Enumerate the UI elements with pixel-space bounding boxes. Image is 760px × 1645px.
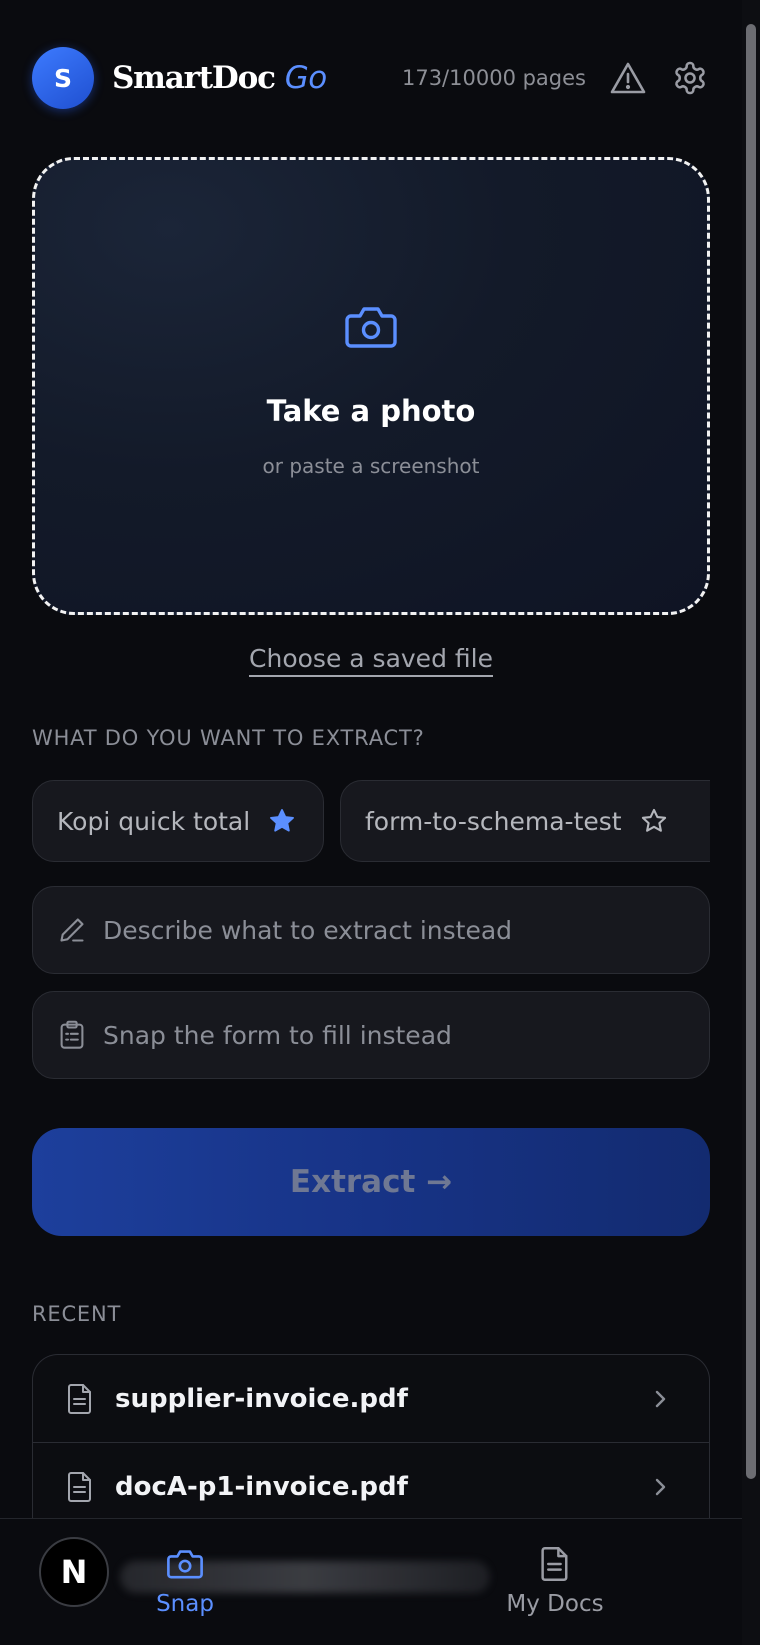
snap-form-placeholder: Snap the form to fill instead [103,1020,452,1050]
dropzone-subtitle: or paste a screenshot [262,454,480,478]
brand-name: SmartDoc [112,60,276,96]
page-usage-counter: 173/10000 pages [401,66,586,90]
chip-form-to-schema-test[interactable]: form-to-schema-test [340,780,710,862]
extract-section-label: WHAT DO YOU WANT TO EXTRACT? [32,726,425,750]
chip-label: Kopi quick total [57,806,251,836]
camera-icon [166,1545,204,1583]
describe-extract-field[interactable]: Describe what to extract instead [32,886,710,974]
chevron-right-icon [651,1387,669,1411]
camera-icon [345,304,397,350]
chip-label: form-to-schema-test [365,806,622,836]
extract-button[interactable]: Extract → [32,1128,710,1236]
tab-my-docs-label: My Docs [506,1591,604,1617]
star-outline-icon[interactable] [640,807,668,835]
recent-item-name: docA-p1-invoice.pdf [115,1471,408,1502]
document-icon [536,1545,574,1583]
dropzone-title: Take a photo [266,394,476,428]
choose-saved-file-link[interactable]: Choose a saved file [249,644,493,677]
framework-badge[interactable]: N [39,1537,109,1607]
clipboard-icon [57,1020,87,1050]
document-icon [67,1383,93,1415]
app-root: S SmartDoc Go 173/10000 pages Take a pho… [0,0,742,1645]
tab-snap[interactable]: Snap [150,1545,220,1617]
tab-my-docs[interactable]: My Docs [502,1545,608,1617]
recent-section-label: RECENT [32,1302,122,1326]
bottom-navigation: N Snap My Docs [0,1518,742,1645]
document-icon [67,1471,93,1503]
gear-icon[interactable] [670,58,710,98]
choose-file-container: Choose a saved file [0,644,742,677]
warning-icon[interactable] [608,58,648,98]
header: S SmartDoc Go 173/10000 pages [32,47,710,109]
star-filled-icon[interactable] [268,807,296,835]
brand-suffix: Go [284,60,328,96]
scrollbar[interactable] [742,0,760,1645]
template-chips: Kopi quick total form-to-schema-test [32,780,710,862]
snap-form-field[interactable]: Snap the form to fill instead [32,991,710,1079]
photo-dropzone[interactable]: Take a photo or paste a screenshot [32,157,710,615]
chevron-right-icon [651,1475,669,1499]
pencil-icon [57,915,87,945]
describe-extract-placeholder: Describe what to extract instead [103,915,513,945]
brand-logo: SmartDoc Go [112,60,327,96]
recent-item[interactable]: supplier-invoice.pdf [33,1355,709,1443]
scrollbar-thumb[interactable] [746,24,756,1479]
avatar[interactable]: S [32,47,94,109]
recent-item-name: supplier-invoice.pdf [115,1383,408,1414]
tab-snap-label: Snap [156,1591,214,1617]
chip-kopi-quick-total[interactable]: Kopi quick total [32,780,324,862]
